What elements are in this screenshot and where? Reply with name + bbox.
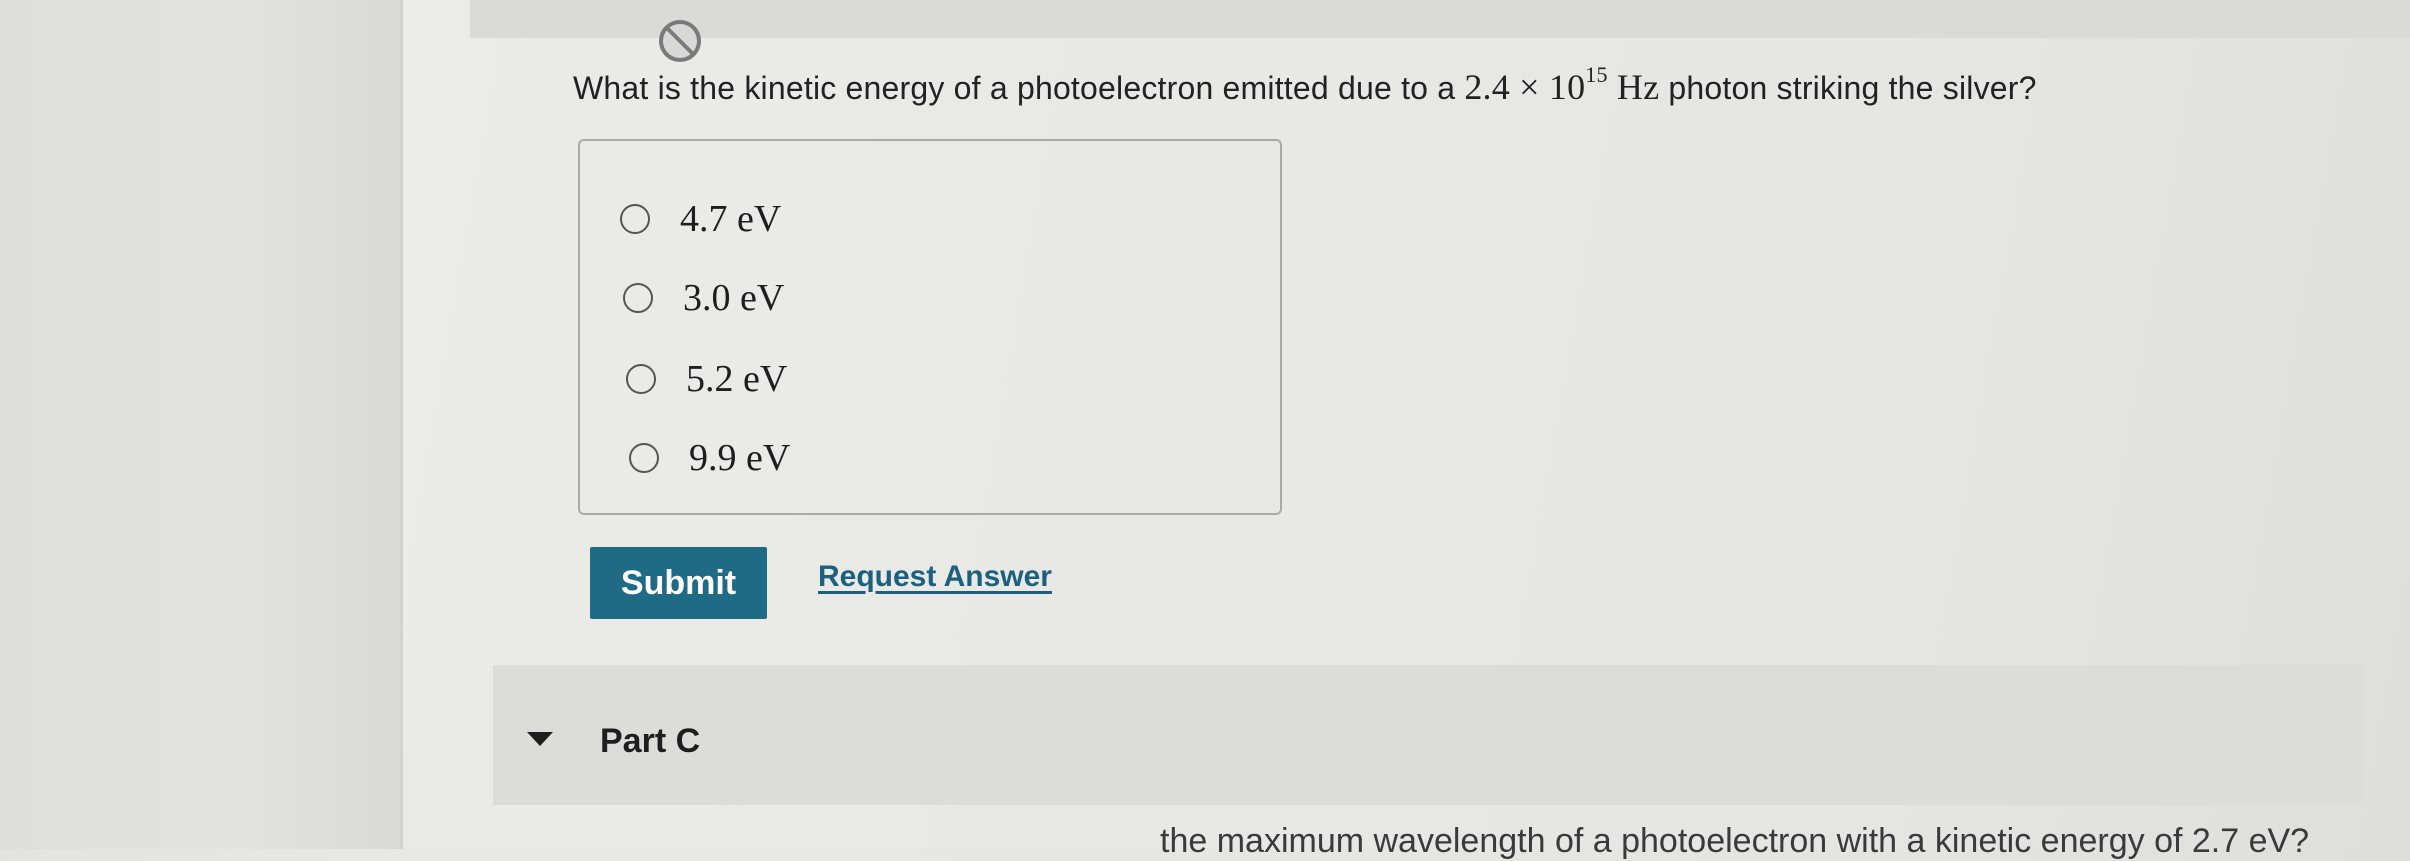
option-label: 5.2 eV (686, 358, 788, 400)
question-prefix: What is the kinetic energy of a photoele… (573, 70, 1465, 106)
frequency-value: 2.4 × 1015 Hz (1464, 62, 1660, 107)
request-answer-link[interactable]: Request Answer (818, 560, 1052, 594)
option-2[interactable]: 3.0 eV (623, 276, 784, 320)
times-sign: × (1519, 67, 1540, 107)
frequency-unit: Hz (1616, 67, 1660, 107)
part-c-label[interactable]: Part C (600, 722, 700, 761)
submit-button[interactable]: Submit (590, 547, 767, 619)
option-label: 4.7 eV (680, 198, 782, 240)
radio-button[interactable] (626, 364, 656, 394)
part-c-section (493, 665, 2363, 805)
option-label: 9.9 eV (689, 437, 791, 479)
part-c-question-cut: the maximum wavelength of a photoelectro… (1160, 822, 2310, 860)
question-text: What is the kinetic energy of a photoele… (573, 62, 2037, 108)
frequency-mantissa: 2.4 (1464, 67, 1510, 107)
question-suffix: photon striking the silver? (1659, 70, 2037, 106)
option-label: 3.0 eV (683, 277, 785, 319)
caret-down-icon[interactable] (527, 732, 553, 746)
radio-button[interactable] (629, 443, 659, 473)
left-gutter (0, 0, 400, 849)
option-3[interactable]: 5.2 eV (626, 357, 787, 401)
top-strip (470, 0, 2410, 38)
frequency-exponent: 15 (1585, 62, 1608, 87)
option-1[interactable]: 4.7 eV (620, 197, 781, 241)
option-4[interactable]: 9.9 eV (629, 436, 790, 480)
frequency-base: 10 (1548, 67, 1586, 107)
radio-button[interactable] (623, 283, 653, 313)
blocked-circle-icon (659, 20, 701, 62)
radio-button[interactable] (620, 204, 650, 234)
